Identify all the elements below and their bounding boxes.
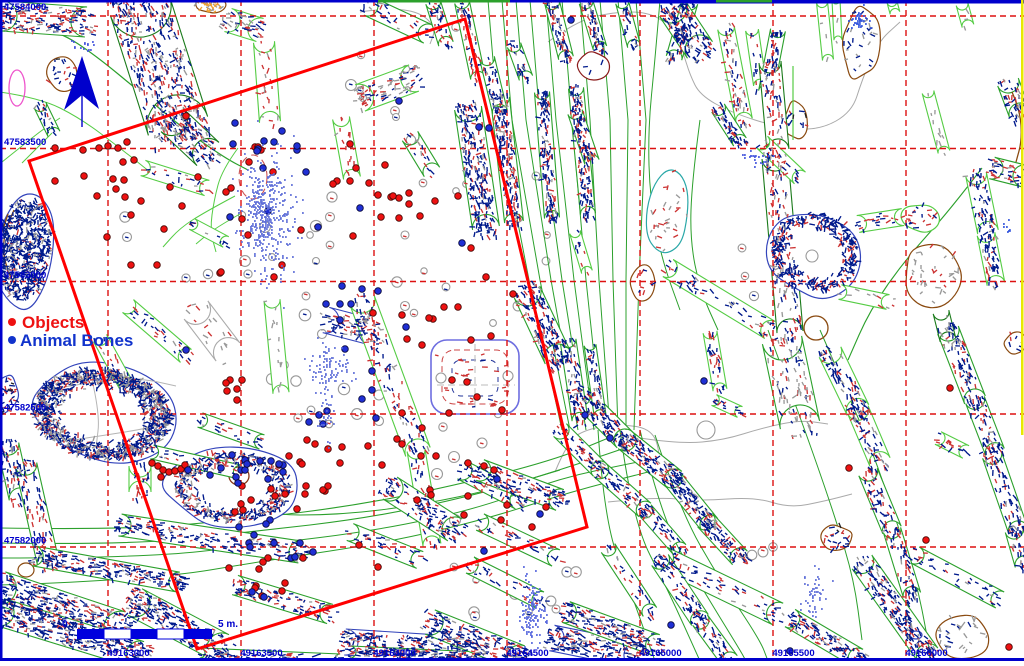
svg-text:49165500: 49165500 (772, 648, 814, 659)
svg-text:0: 0 (62, 619, 68, 630)
svg-text:Animal Bones: Animal Bones (20, 331, 133, 350)
svg-text:47583000: 47583000 (4, 270, 46, 281)
svg-text:47583500: 47583500 (4, 137, 46, 148)
svg-text:49164500: 49164500 (506, 648, 548, 659)
svg-text:47582000: 47582000 (4, 536, 46, 547)
svg-text:47582500: 47582500 (4, 403, 46, 414)
svg-text:49164000: 49164000 (373, 648, 415, 659)
svg-text:49163500: 49163500 (240, 648, 282, 659)
svg-text:Objects: Objects (22, 313, 84, 332)
svg-text:49165000: 49165000 (639, 648, 681, 659)
svg-text:49163000: 49163000 (107, 648, 149, 659)
svg-text:49166000: 49166000 (905, 648, 947, 659)
svg-text:47584000: 47584000 (4, 2, 46, 13)
svg-text:5 m.: 5 m. (218, 619, 238, 630)
